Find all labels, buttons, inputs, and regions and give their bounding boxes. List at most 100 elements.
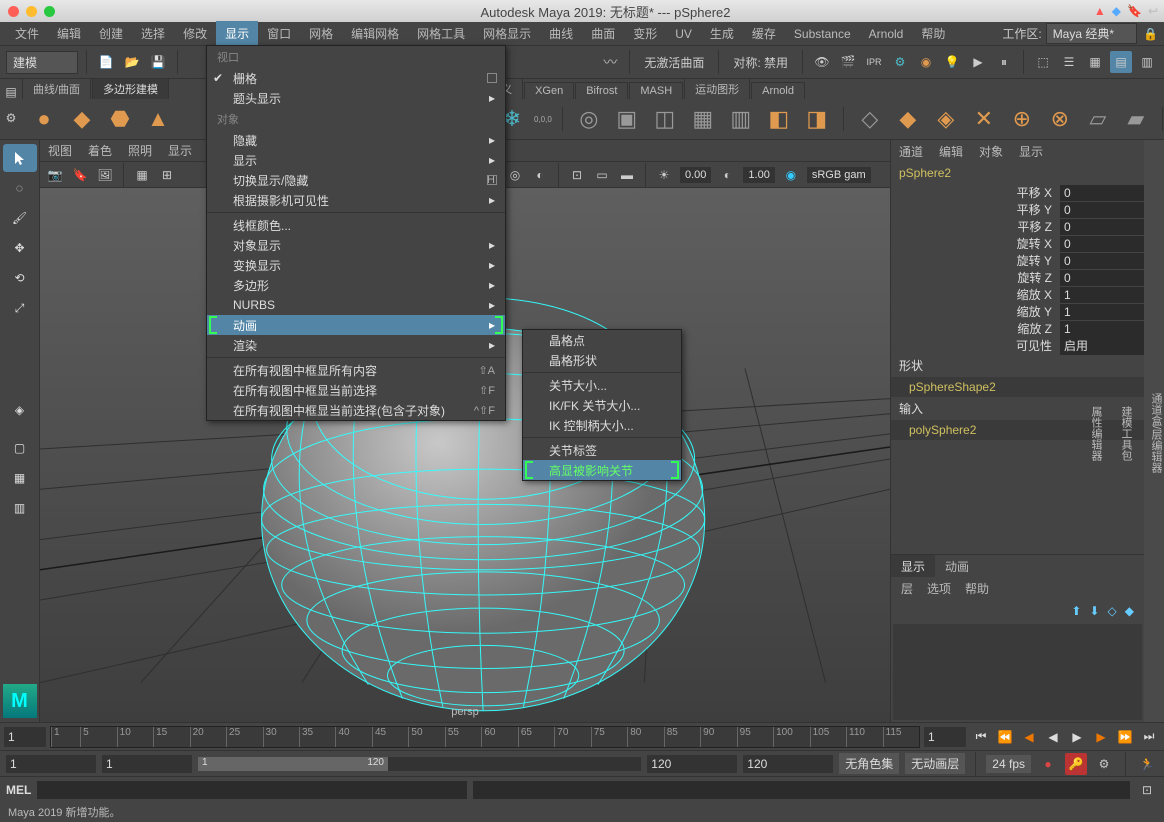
separate-icon[interactable]: ▣: [611, 103, 643, 135]
panel-layout-icon[interactable]: ⬚: [1032, 51, 1054, 73]
color-mgmt-icon[interactable]: ◉: [780, 164, 802, 186]
submenu-highlight-affected-joints[interactable]: 高显被影响关节: [523, 460, 681, 480]
gamma-value[interactable]: 1.00: [743, 167, 774, 183]
playback-start-field[interactable]: 1: [102, 755, 192, 773]
render-frame-icon[interactable]: 🎬: [837, 51, 859, 73]
quad-draw-icon[interactable]: ▱: [1082, 103, 1114, 135]
lasso-tool[interactable]: ◌: [3, 174, 37, 202]
xray-icon[interactable]: ◐: [529, 164, 551, 186]
layer-list[interactable]: [893, 624, 1142, 720]
attr-value-vis[interactable]: 启用: [1060, 336, 1144, 355]
menu-item-animation[interactable]: 动画▸: [207, 315, 505, 335]
live-surface-label[interactable]: 无激活曲面: [638, 54, 710, 71]
connect-icon[interactable]: ⊗: [1044, 103, 1076, 135]
character-set-selector[interactable]: 无角色集: [839, 753, 899, 774]
shelf-tab-motion-graphics[interactable]: 运动图形: [684, 78, 750, 99]
gate-mask-icon[interactable]: ▬: [616, 164, 638, 186]
anim-end-field[interactable]: 120: [743, 755, 833, 773]
submenu-ik-handle-size[interactable]: IK 控制柄大小...: [523, 415, 681, 435]
new-scene-icon[interactable]: 📄: [95, 51, 117, 73]
menu-item-grid[interactable]: ✔栅格: [207, 68, 505, 88]
playblast-icon[interactable]: ▶: [967, 51, 989, 73]
camera-select-icon[interactable]: 📷: [44, 164, 66, 186]
view-menu-shading[interactable]: 着色: [80, 139, 120, 162]
hypershade-icon[interactable]: ◉: [915, 51, 937, 73]
anim-start-field[interactable]: 1: [6, 755, 96, 773]
menu-item-wireframe-color[interactable]: 线框颜色...: [207, 215, 505, 235]
scale-tool[interactable]: ⤢: [3, 294, 37, 322]
menu-uv[interactable]: UV: [666, 23, 701, 45]
sidebar-tab-attribute-editor[interactable]: 属性编辑器: [1088, 406, 1104, 461]
menu-windows[interactable]: 窗口: [258, 21, 300, 46]
menu-mesh-tools[interactable]: 网格工具: [408, 21, 474, 46]
reduce-icon[interactable]: ▥: [725, 103, 757, 135]
go-start-icon[interactable]: ⏮: [970, 726, 992, 748]
smooth-icon[interactable]: ▦: [687, 103, 719, 135]
shelf-tab-arnold[interactable]: Arnold: [751, 82, 805, 99]
zoom-window-button[interactable]: [44, 6, 55, 17]
menu-item-toggle-vis[interactable]: 切换显示/隐藏H: [207, 170, 505, 190]
range-knob[interactable]: 1 120: [198, 757, 388, 771]
layer-move-up-icon[interactable]: ⬆: [1071, 604, 1081, 618]
attr-value-sx[interactable]: 1: [1060, 287, 1144, 303]
menu-cache[interactable]: 缓存: [743, 21, 785, 46]
command-input[interactable]: [37, 781, 467, 799]
auto-key-icon[interactable]: ●: [1037, 753, 1059, 775]
range-track[interactable]: 1 120: [198, 757, 641, 771]
attr-value-tx[interactable]: 0: [1060, 185, 1144, 201]
attr-label-ty[interactable]: 平移 Y: [891, 201, 1060, 218]
combine-icon[interactable]: ◎: [573, 103, 605, 135]
character-icon[interactable]: 🏃: [1136, 753, 1158, 775]
menu-edit-mesh[interactable]: 编辑网格: [342, 21, 408, 46]
submenu-joint-size[interactable]: 关节大小...: [523, 375, 681, 395]
menu-item-frame-all[interactable]: 在所有视图中框显所有内容⇧A: [207, 360, 505, 380]
layer-tab-display[interactable]: 显示: [891, 555, 935, 577]
layer-menu-options[interactable]: 选项: [927, 580, 951, 597]
play-back-icon[interactable]: ◀: [1042, 726, 1064, 748]
menu-create[interactable]: 创建: [90, 21, 132, 46]
set-key-icon[interactable]: 🔑: [1065, 753, 1087, 775]
four-pane-layout[interactable]: ▦: [3, 464, 37, 492]
attr-label-sz[interactable]: 缩放 Z: [891, 320, 1060, 337]
gamma-icon[interactable]: ◐: [716, 164, 738, 186]
workspace-selector[interactable]: Maya 经典*: [1046, 23, 1137, 44]
attr-label-vis[interactable]: 可见性: [891, 337, 1060, 354]
shelf-tab-poly-modeling[interactable]: 多边形建模: [92, 78, 169, 99]
ipr-render-icon[interactable]: IPR: [863, 51, 885, 73]
minimize-window-button[interactable]: [26, 6, 37, 17]
mirror-icon[interactable]: ◆: [892, 103, 924, 135]
last-tool[interactable]: ◈: [3, 396, 37, 424]
close-window-button[interactable]: [8, 6, 19, 17]
submenu-lattice-shape[interactable]: 晶格形状: [523, 350, 681, 370]
step-fwd-key-icon[interactable]: ⏩: [1114, 726, 1136, 748]
menu-generate[interactable]: 生成: [701, 21, 743, 46]
cb-input-name[interactable]: polySphere2: [891, 420, 1144, 440]
exposure-value[interactable]: 0.00: [680, 167, 711, 183]
menu-item-frame-selection[interactable]: 在所有视图中框显当前选择⇧F: [207, 380, 505, 400]
two-pane-layout[interactable]: ▥: [3, 494, 37, 522]
image-plane-icon[interactable]: 🖼: [94, 164, 116, 186]
menu-item-polygons[interactable]: 多边形▸: [207, 275, 505, 295]
playback-prefs-icon[interactable]: ⚙: [1093, 753, 1115, 775]
colorspace-label[interactable]: sRGB gam: [807, 167, 871, 183]
shelf-settings-icon[interactable]: ⚙: [0, 107, 22, 129]
poly-cube-icon[interactable]: ◆: [66, 103, 98, 135]
view-axis-icon[interactable]: ▲: [1094, 4, 1106, 18]
layer-menu-help[interactable]: 帮助: [965, 580, 989, 597]
attr-value-sz[interactable]: 1: [1060, 321, 1144, 337]
layer-menu-layers[interactable]: 层: [901, 580, 913, 597]
fps-selector[interactable]: 24 fps: [986, 755, 1031, 773]
open-scene-icon[interactable]: 📂: [121, 51, 143, 73]
outliner-toggle-icon[interactable]: ☰: [1058, 51, 1080, 73]
menu-select[interactable]: 选择: [132, 21, 174, 46]
bridge-icon[interactable]: ◨: [801, 103, 833, 135]
menu-item-nurbs[interactable]: NURBS▸: [207, 295, 505, 315]
shelf-tab-bifrost[interactable]: Bifrost: [575, 82, 628, 99]
attr-label-tz[interactable]: 平移 Z: [891, 218, 1060, 235]
menu-item-rendering[interactable]: 渲染▸: [207, 335, 505, 355]
move-tool[interactable]: ✥: [3, 234, 37, 262]
attr-label-rz[interactable]: 旋转 Z: [891, 269, 1060, 286]
menu-file[interactable]: 文件: [6, 21, 48, 46]
playback-end-field[interactable]: 120: [647, 755, 737, 773]
isolate-icon[interactable]: ◎: [504, 164, 526, 186]
